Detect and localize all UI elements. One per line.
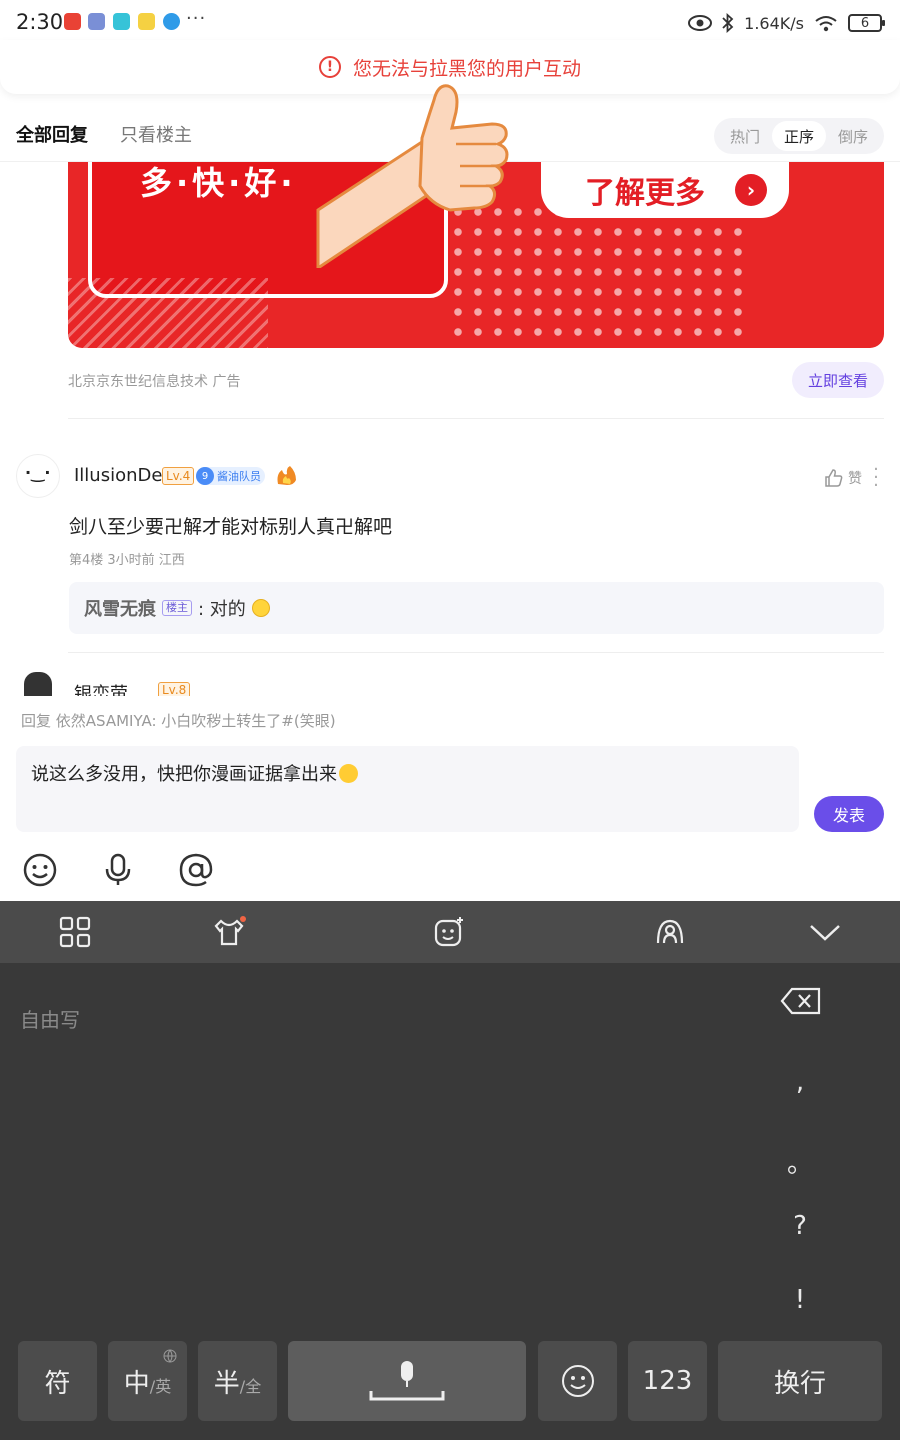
more-options-icon[interactable]: · · · [872, 461, 880, 495]
sub-reply-text: : 对的 [198, 599, 246, 620]
comment-text: 剑八至少要卍解才能对标别人真卍解吧 [69, 516, 393, 538]
level-badge: Lv.4 [162, 467, 195, 485]
handwriting-area-hint[interactable]: 自由写 [20, 1004, 80, 1033]
emoji-icon [561, 1365, 594, 1397]
wifi-icon [815, 16, 837, 32]
symbols-key-label: 符 [44, 1368, 71, 1399]
width-key-label: 半 [213, 1368, 240, 1399]
ad-learn-more-label: 了解更多 [585, 176, 705, 211]
sub-reply[interactable]: 风雪无痕 楼主 : 对的 [69, 582, 884, 634]
tab-all-replies[interactable]: 全部回复 [16, 121, 88, 147]
punct-question-key[interactable]: ? [780, 1211, 820, 1241]
comment-username[interactable]: 银峦萤 [74, 680, 128, 696]
mention-icon[interactable] [178, 852, 214, 888]
sort-descending[interactable]: 倒序 [826, 121, 880, 151]
language-key-sub: /英 [149, 1377, 172, 1396]
reply-input-value: 说这么多没用，快把你漫画证据拿出来 [31, 764, 337, 785]
fire-icon [277, 466, 296, 485]
notification-app-icon [64, 13, 81, 30]
eye-icon [688, 15, 713, 31]
ad-stripe-pattern [68, 278, 268, 348]
enter-key[interactable]: 换行 [718, 1341, 882, 1421]
punct-exclaim-key[interactable]: ! [780, 1285, 820, 1315]
fan-title: 酱油队员 [217, 470, 261, 483]
skin-shirt-icon[interactable] [212, 915, 246, 949]
keyboard: 自由写 , 。 ? ! 符 中/英 半/全 123 换行 [0, 963, 900, 1440]
like-button[interactable]: 赞 [824, 468, 862, 488]
reply-to-hint: 回复 依然ASAMIYA: 小白吹秽土转生了#(笑眼) [21, 712, 336, 730]
punct-period-key[interactable]: 。 [780, 1143, 820, 1180]
toast-message: 您无法与拉黑您的用户互动 [352, 58, 581, 80]
blocked-toast: ! 您无法与拉黑您的用户互动 [0, 40, 900, 94]
avatar[interactable] [24, 672, 52, 696]
width-toggle-key[interactable]: 半/全 [198, 1341, 277, 1421]
symbols-key[interactable]: 符 [18, 1341, 97, 1421]
notification-app-icon [138, 13, 155, 30]
microphone-icon[interactable] [100, 852, 136, 888]
sort-hot[interactable]: 热门 [718, 121, 772, 151]
comment-meta: 第4楼 3小时前 江西 [69, 553, 185, 568]
avatar[interactable]: ·‿· [16, 454, 60, 498]
fan-badge[interactable]: 9 酱油队员 [196, 467, 265, 485]
sort-switcher: 热门 正序 倒序 [713, 118, 884, 154]
emoji-icon[interactable] [22, 852, 58, 888]
sort-ascending[interactable]: 正序 [771, 121, 826, 151]
avatar-face-icon: ·‿· [25, 463, 51, 482]
notification-app-icon [163, 13, 180, 30]
chevron-down-icon[interactable] [808, 915, 842, 949]
reply-input[interactable]: 说这么多没用，快把你漫画证据拿出来 [16, 746, 799, 832]
owner-tag: 楼主 [162, 600, 192, 616]
sticker-icon[interactable] [432, 915, 466, 949]
width-key-sub: /全 [239, 1377, 262, 1396]
backspace-icon[interactable] [780, 987, 822, 1015]
divider [68, 652, 884, 653]
battery-level: 6 [860, 15, 870, 31]
comment-username[interactable]: IllusionDe [74, 465, 162, 486]
bluetooth-icon [722, 13, 734, 33]
numbers-key-label: 123 [642, 1366, 693, 1396]
globe-icon [163, 1349, 177, 1363]
ad-advertiser: 北京京东世纪信息技术 广告 [68, 374, 241, 390]
ad-view-button[interactable]: 立即查看 [792, 362, 884, 398]
divider [68, 418, 884, 419]
sub-reply-author[interactable]: 风雪无痕 [84, 595, 156, 621]
handwriting-icon[interactable] [653, 915, 687, 949]
ad-dot-pattern [448, 202, 748, 348]
ad-learn-more-button[interactable]: 了解更多 › [541, 162, 789, 218]
reply-tabs: 全部回复 只看楼主 热门 正序 倒序 [0, 108, 900, 162]
language-toggle-key[interactable]: 中/英 [108, 1341, 187, 1421]
battery-indicator: 6 [848, 14, 885, 32]
microphone-icon [369, 1361, 445, 1401]
language-key-label: 中 [123, 1368, 150, 1399]
notification-app-icon [88, 13, 105, 30]
thinking-emoji-icon [339, 764, 358, 783]
alert-icon: ! [318, 56, 341, 78]
voice-space-key[interactable] [288, 1341, 526, 1421]
fan-level: 9 [196, 467, 214, 485]
numbers-key[interactable]: 123 [628, 1341, 707, 1421]
level-badge: Lv.8 [158, 682, 191, 696]
network-speed: 1.64K/s [744, 13, 804, 33]
ad-banner-image[interactable]: 多·快·好· 了解更多 › [68, 162, 884, 348]
smile-emoji-icon [251, 599, 270, 617]
status-time: 2:30 [16, 10, 64, 34]
like-label: 赞 [848, 471, 862, 487]
more-notifications-icon: ··· [186, 8, 207, 29]
send-button[interactable]: 发表 [814, 796, 884, 832]
apps-grid-icon[interactable] [58, 915, 92, 949]
enter-key-label: 换行 [773, 1368, 826, 1399]
next-comment[interactable]: 银峦萤 Lv.8 [0, 662, 900, 696]
notification-app-icon [113, 13, 130, 30]
thumbs-up-outline-icon [825, 469, 843, 487]
keyboard-toolbar [0, 901, 900, 963]
tab-owner-only[interactable]: 只看楼主 [120, 121, 192, 147]
emoji-key[interactable] [538, 1341, 617, 1421]
punct-comma-key[interactable]: , [780, 1067, 820, 1097]
ad-slogan: 多·快·好· [140, 164, 297, 202]
chevron-right-icon: › [735, 174, 767, 206]
